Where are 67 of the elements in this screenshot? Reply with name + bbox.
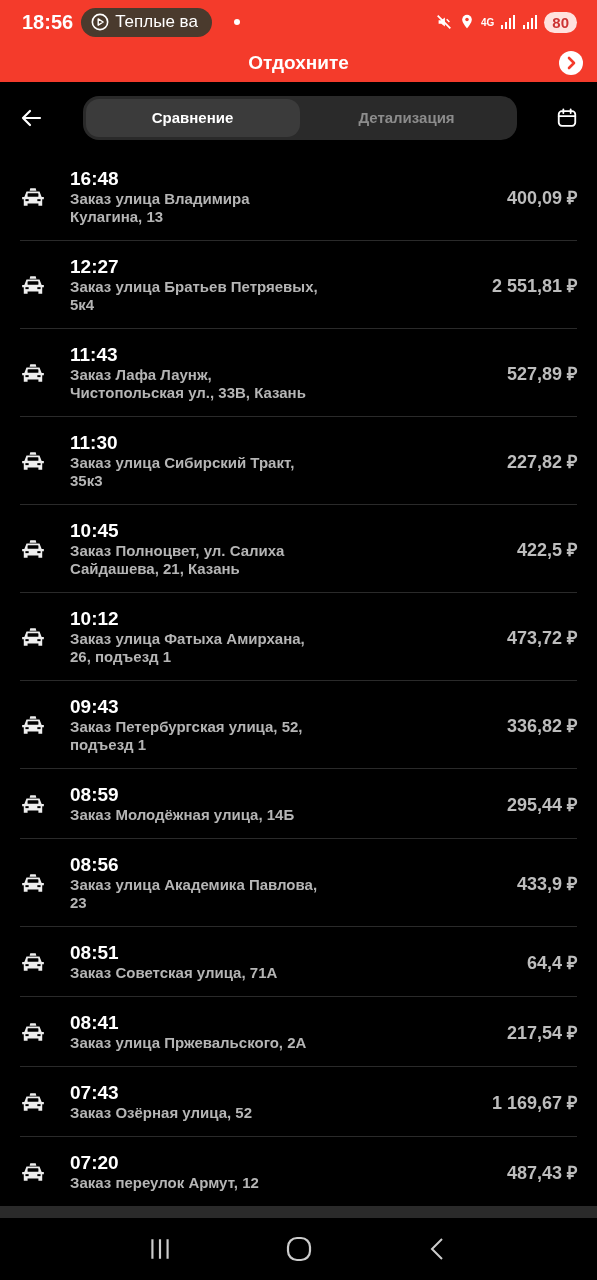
order-row[interactable]: 08:41 Заказ улица Пржевальского, 2А 217,54 ₽: [20, 997, 577, 1067]
order-time: 09:43: [70, 696, 120, 718]
order-row[interactable]: 08:51 Заказ Советская улица, 71А 64,4 ₽: [20, 927, 577, 997]
order-address: Заказ улица Владимира Кулагина, 13: [70, 190, 251, 226]
order-price: 422,5 ₽: [516, 539, 577, 561]
order-price: 527,89 ₽: [506, 363, 577, 385]
order-time: 11:43: [70, 344, 119, 366]
order-address: Заказ Полноцвет, ул. Салиха Сайдашева, 21, Казань: [70, 542, 286, 578]
order-price: 2 551,81 ₽: [491, 275, 577, 297]
signal-icon: [522, 14, 539, 30]
chevron-right-icon[interactable]: [559, 51, 583, 75]
network-type: 4G: [480, 16, 495, 28]
order-address: Заказ улица Сибирский Тракт, 35к3: [70, 454, 296, 490]
order-row[interactable]: 12:27 Заказ улица Братьев Петряевых, 5к4 2 551,81 ₽: [20, 241, 577, 329]
order-address: Заказ Озёрная улица, 52: [70, 1104, 253, 1122]
order-address: Заказ переулок Армут, 12: [70, 1174, 260, 1192]
order-row[interactable]: 08:59 Заказ Молодёжная улица, 14Б 295,44 ₽: [20, 769, 577, 839]
order-price: 227,82 ₽: [506, 451, 577, 473]
order-row[interactable]: 16:48 Заказ улица Владимира Кулагина, 13 400,09 ₽: [20, 153, 577, 241]
order-address: Заказ Петербургская улица, 52, подъезд 1: [70, 718, 304, 754]
battery-level: 80: [544, 11, 577, 33]
order-time: 08:51: [70, 942, 120, 964]
order-price: 336,82 ₽: [506, 715, 577, 737]
order-address: Заказ Советская улица, 71А: [70, 964, 279, 982]
status-time: 18:56: [22, 10, 74, 34]
order-price: 433,9 ₽: [516, 873, 577, 895]
order-price: 1 169,67 ₽: [491, 1092, 577, 1114]
play-icon: [91, 13, 110, 31]
order-time: 08:56: [70, 854, 120, 876]
order-row[interactable]: 11:30 Заказ улица Сибирский Тракт, 35к3 227,82 ₽: [20, 417, 577, 505]
order-row[interactable]: 07:20 Заказ переулок Армут, 12 487,43 ₽: [20, 1137, 577, 1206]
signal-icon: [500, 14, 517, 30]
order-address: Заказ улица Академика Павлова, 23: [70, 876, 319, 912]
order-price: 64,4 ₽: [526, 952, 577, 974]
order-price: 487,43 ₽: [506, 1162, 577, 1184]
order-time: 08:41: [70, 1012, 120, 1034]
calendar-icon[interactable]: [556, 106, 578, 129]
order-price: 217,54 ₽: [506, 1022, 577, 1044]
order-time: 07:20: [70, 1152, 120, 1174]
tab[interactable]: Детализация: [299, 98, 514, 137]
order-row[interactable]: 10:45 Заказ Полноцвет, ул. Салиха Сайдашева, 21, Казань 422,5 ₽: [20, 505, 577, 593]
mute-icon: [434, 13, 453, 31]
order-row[interactable]: 09:43 Заказ Петербургская улица, 52, подъезд 1 336,82 ₽: [20, 681, 577, 769]
order-address: Заказ улица Фатыха Амирхана, 26, подъезд 1: [70, 630, 306, 666]
order-address: Заказ Лафа Лаунж, Чистопольская ул., 33В, Казань: [70, 366, 307, 402]
tab[interactable]: Сравнение: [85, 98, 300, 137]
order-time: 08:59: [70, 784, 120, 806]
order-address: Заказ Молодёжная улица, 14Б: [70, 806, 296, 824]
order-row[interactable]: 10:12 Заказ улица Фатыха Амирхана, 26, подъезд 1 473,72 ₽: [20, 593, 577, 681]
home-icon[interactable]: [286, 1236, 313, 1262]
notification-dot-icon: [233, 19, 240, 25]
order-time: 07:43: [70, 1082, 120, 1104]
order-row[interactable]: 08:56 Заказ улица Академика Павлова, 23 433,9 ₽: [20, 839, 577, 927]
order-price: 400,09 ₽: [506, 187, 577, 209]
order-time: 16:48: [70, 168, 120, 190]
order-time: 10:45: [70, 520, 120, 542]
order-price: 295,44 ₽: [506, 794, 577, 816]
order-row[interactable]: 07:43 Заказ Озёрная улица, 52 1 169,67 ₽: [20, 1067, 577, 1137]
order-price: 473,72 ₽: [506, 627, 577, 649]
order-row[interactable]: 11:43 Заказ Лафа Лаунж, Чистопольская ул., 33В, Казань 527,89 ₽: [20, 329, 577, 417]
media-chip[interactable]: Теплые ва: [81, 7, 212, 37]
order-time: 11:30: [70, 432, 119, 454]
order-address: Заказ улица Братьев Петряевых, 5к4: [70, 278, 319, 314]
order-address: Заказ улица Пржевальского, 2А: [70, 1034, 308, 1052]
order-time: 12:27: [70, 256, 120, 278]
order-time: 10:12: [70, 608, 120, 630]
banner-title: Отдохните: [248, 52, 349, 74]
